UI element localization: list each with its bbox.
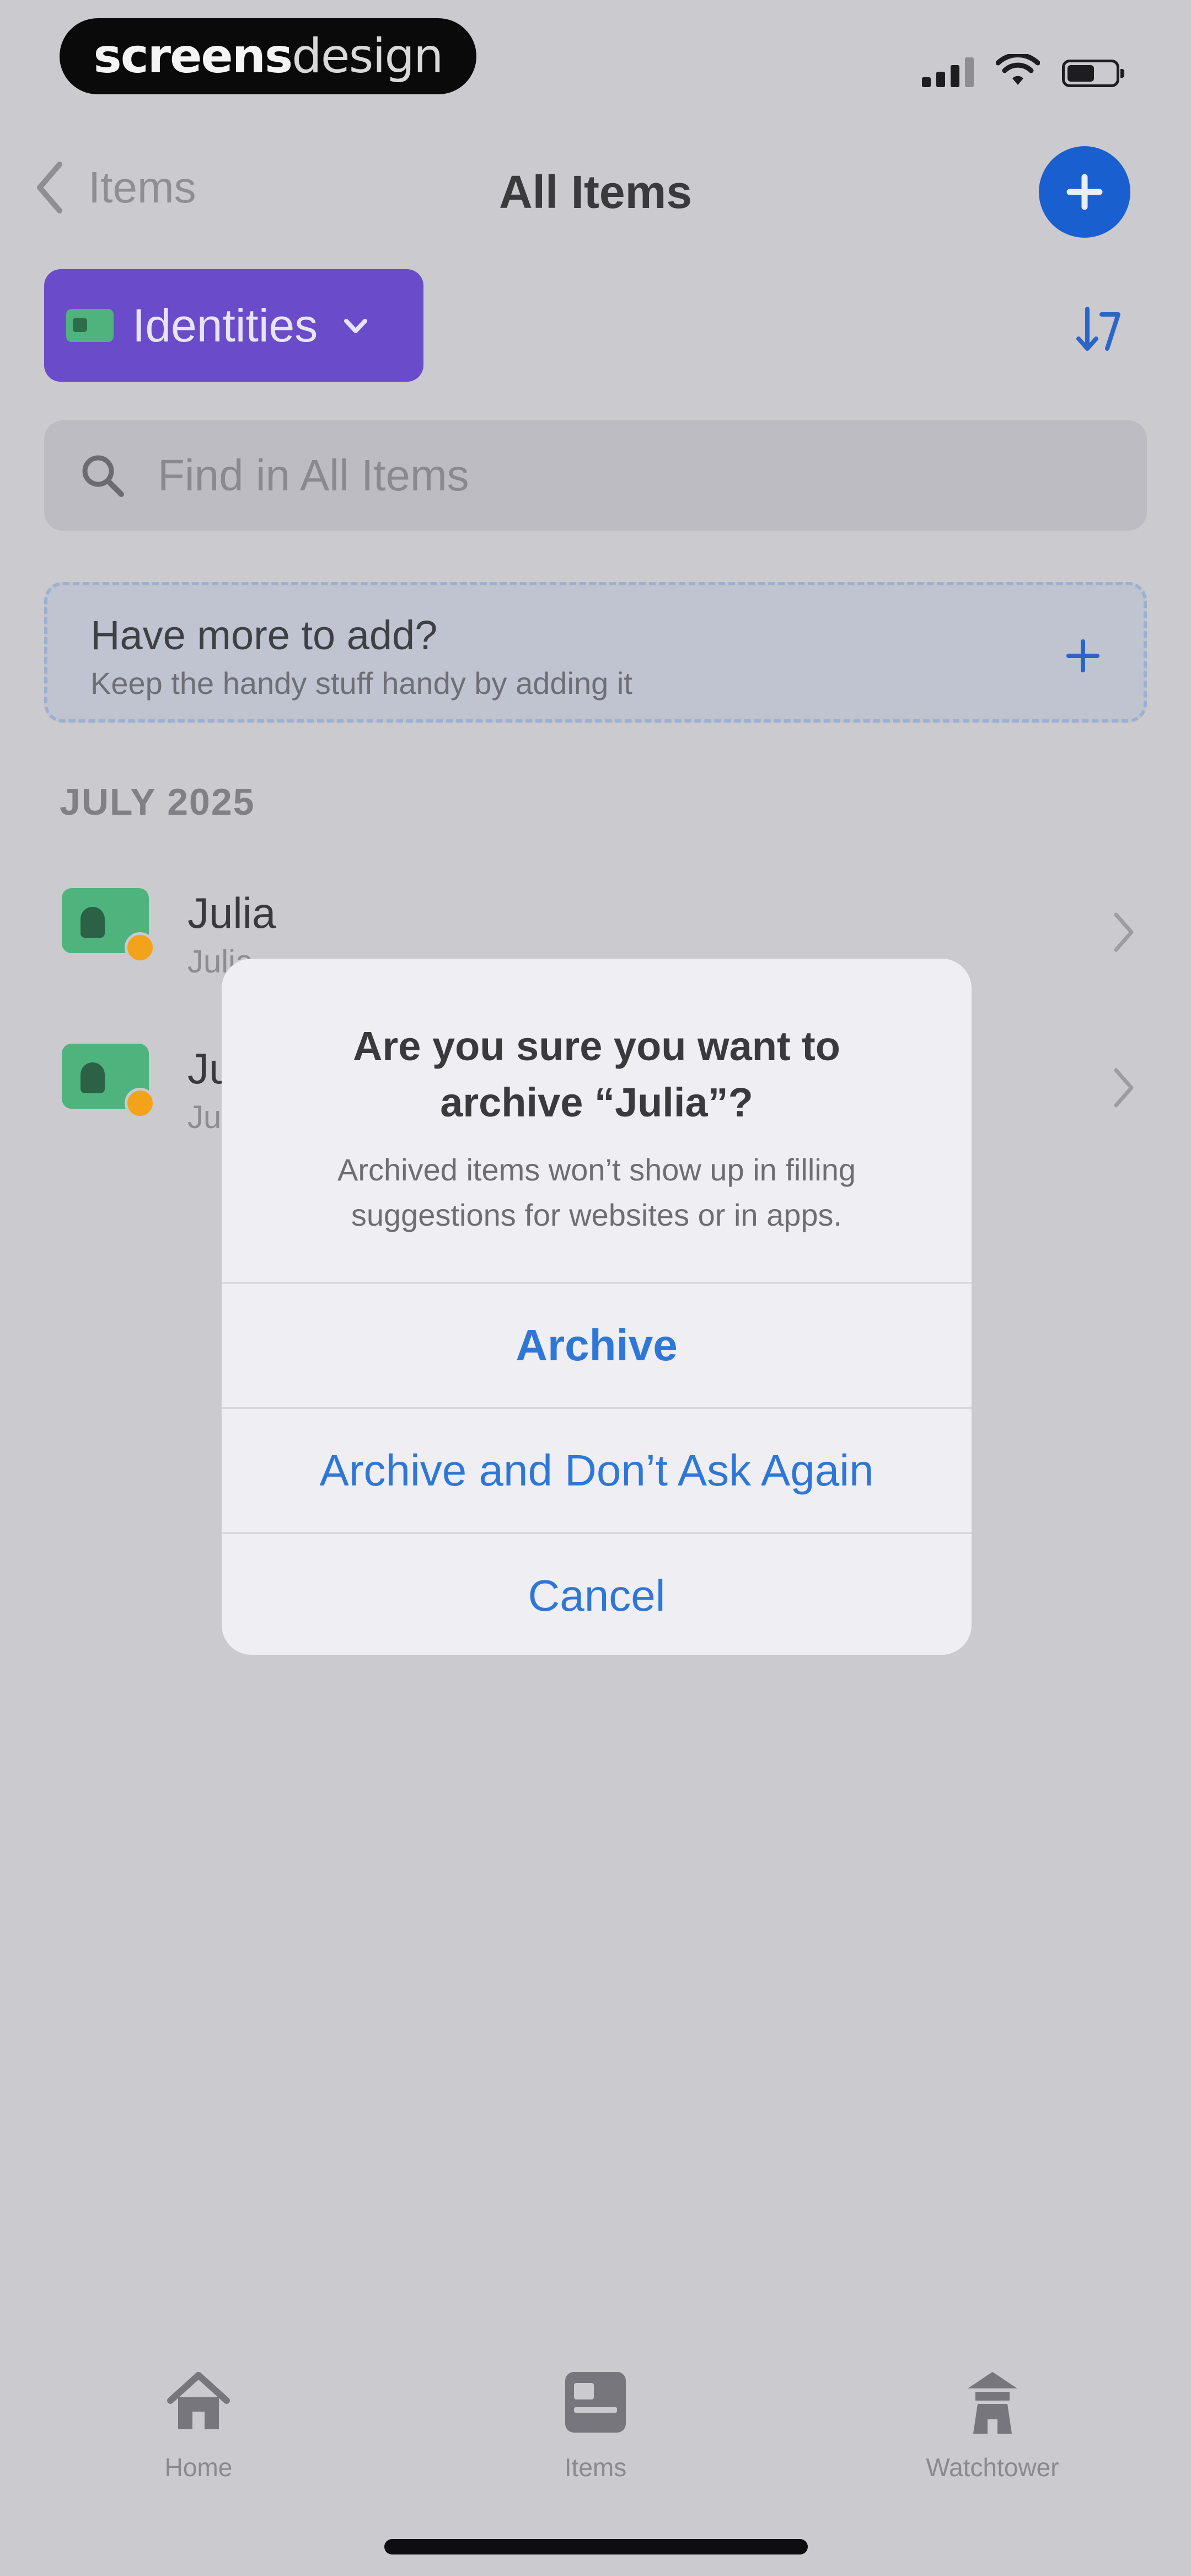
dialog-title-line: Are you sure you want to bbox=[352, 1023, 841, 1069]
add-item-button[interactable] bbox=[1039, 146, 1130, 238]
dialog-message-line: suggestions for websites or in apps. bbox=[351, 1198, 843, 1232]
cancel-button[interactable]: Cancel bbox=[222, 1532, 972, 1655]
wifi-icon bbox=[996, 54, 1040, 85]
chevron-down-icon bbox=[344, 319, 368, 333]
plus-icon bbox=[1066, 174, 1103, 210]
favorite-badge-icon bbox=[125, 932, 155, 963]
banner-title: Have more to add? bbox=[90, 612, 438, 658]
archive-button[interactable]: Archive bbox=[222, 1282, 972, 1407]
tab-label: Home bbox=[164, 2453, 233, 2482]
plus-icon bbox=[1066, 639, 1099, 672]
category-filter-button[interactable]: Identities bbox=[44, 269, 423, 382]
identity-icon bbox=[66, 309, 114, 342]
search-icon bbox=[82, 455, 124, 497]
section-header: JULY 2025 bbox=[60, 781, 255, 823]
dialog-message-line: Archived items won’t show up in filling bbox=[337, 1152, 856, 1187]
dialog-content: Are you sure you want to archive “Julia”… bbox=[222, 959, 972, 1282]
dialog-title: Are you sure you want to archive “Julia”… bbox=[271, 1018, 922, 1131]
cellular-signal-icon bbox=[922, 56, 974, 87]
search-bar[interactable] bbox=[44, 420, 1147, 531]
tab-home[interactable]: Home bbox=[88, 2366, 309, 2482]
identity-icon bbox=[62, 888, 155, 963]
home-icon bbox=[167, 2372, 230, 2429]
chevron-right-icon bbox=[1114, 912, 1134, 952]
tab-label: Watchtower bbox=[926, 2453, 1059, 2482]
items-icon bbox=[565, 2372, 626, 2433]
banner-subtitle: Keep the handy stuff handy by adding it bbox=[90, 666, 632, 701]
tab-label: Items bbox=[564, 2453, 627, 2482]
watchtower-icon bbox=[968, 2372, 1017, 2434]
brand-light-text: design bbox=[292, 29, 443, 84]
favorite-badge-icon bbox=[125, 1088, 155, 1119]
tab-items[interactable]: Items bbox=[485, 2366, 706, 2482]
status-icons bbox=[922, 51, 1124, 87]
home-indicator[interactable] bbox=[384, 2539, 808, 2554]
screen: screens design Items All Items Identities bbox=[0, 0, 1191, 2576]
battery-icon bbox=[1062, 60, 1124, 87]
search-input[interactable] bbox=[157, 450, 986, 501]
item-subtitle: Ju bbox=[187, 1099, 222, 1135]
chevron-right-icon bbox=[1114, 1068, 1134, 1108]
category-filter-label: Identities bbox=[132, 299, 318, 351]
tab-bar: Home Items Watchtower bbox=[0, 2344, 1191, 2499]
brand-bold-text: screens bbox=[93, 29, 293, 84]
brand-watermark: screens design bbox=[60, 18, 476, 94]
add-more-banner[interactable]: Have more to add? Keep the handy stuff h… bbox=[44, 582, 1147, 723]
item-name: Julia bbox=[187, 889, 276, 937]
archive-dont-ask-again-button[interactable]: Archive and Don’t Ask Again bbox=[222, 1407, 972, 1532]
sort-icon[interactable] bbox=[1072, 302, 1125, 355]
tab-watchtower[interactable]: Watchtower bbox=[882, 2366, 1103, 2482]
archive-confirm-dialog: Are you sure you want to archive “Julia”… bbox=[222, 959, 972, 1655]
identity-icon bbox=[62, 1044, 155, 1119]
dialog-message: Archived items won’t show up in filling … bbox=[271, 1147, 922, 1238]
page-title: All Items bbox=[498, 166, 693, 218]
dialog-title-line: archive “Julia”? bbox=[440, 1079, 753, 1125]
